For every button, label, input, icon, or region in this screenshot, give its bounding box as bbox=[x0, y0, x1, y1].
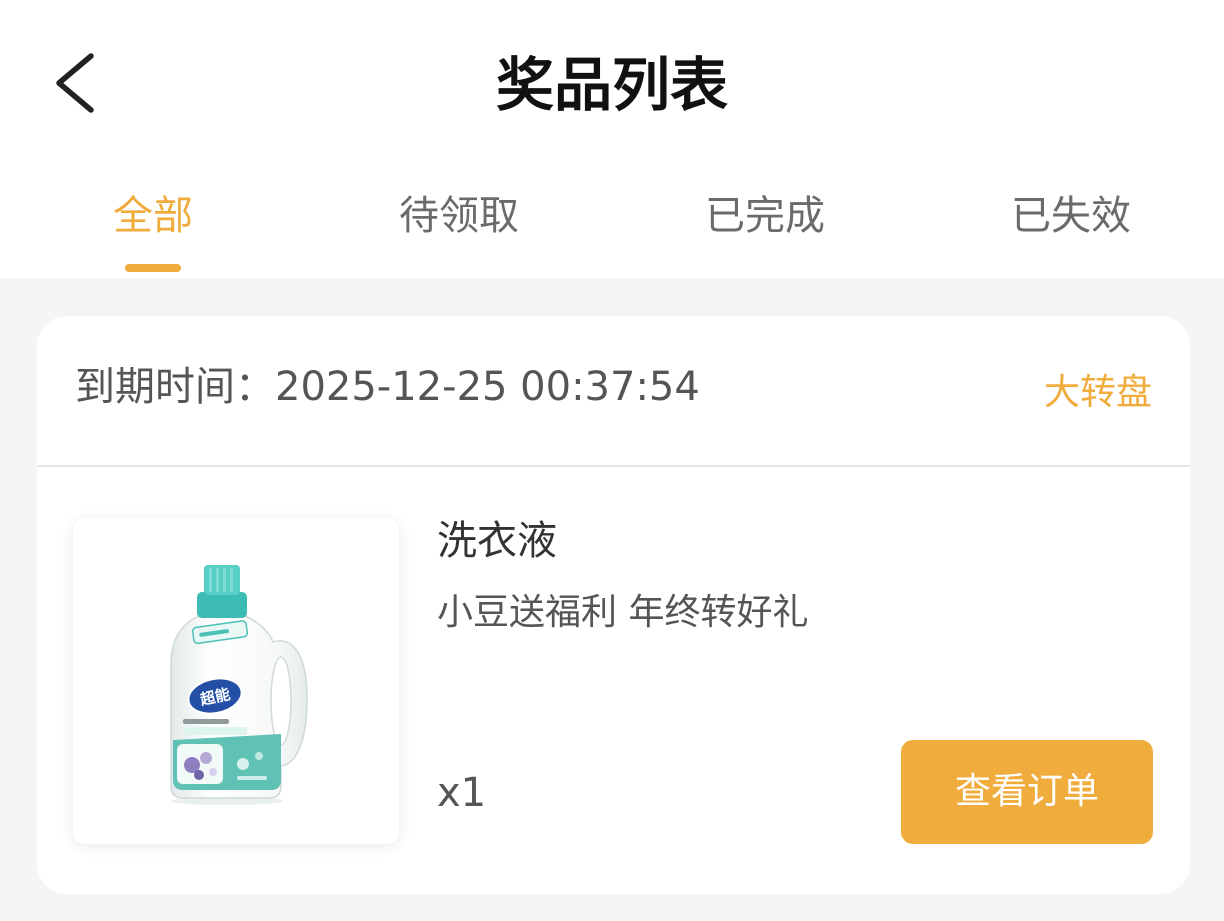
active-tab-indicator bbox=[125, 264, 181, 272]
bottle-label bbox=[173, 734, 281, 790]
expiry-label: 到期时间： bbox=[75, 364, 275, 410]
top-bar: 奖品列表 全部 待领取 已完成 已失效 bbox=[0, 0, 1224, 278]
tab-pending[interactable]: 待领取 bbox=[306, 186, 612, 246]
expiry-row: 到期时间：2025-12-25 00:37:54 bbox=[75, 360, 700, 414]
tab-bar: 全部 待领取 已完成 已失效 bbox=[0, 186, 1224, 246]
laundry-detergent-bottle-icon: 超能 bbox=[170, 565, 308, 805]
tab-completed[interactable]: 已完成 bbox=[612, 186, 918, 246]
divider bbox=[37, 465, 1190, 467]
view-order-button[interactable]: 查看订单 bbox=[901, 740, 1153, 844]
product-name: 洗衣液 bbox=[437, 518, 557, 564]
tab-expired[interactable]: 已失效 bbox=[918, 186, 1224, 246]
product-quantity: x1 bbox=[437, 770, 487, 816]
tab-all[interactable]: 全部 bbox=[0, 186, 306, 246]
product-image: 超能 bbox=[73, 518, 399, 844]
page-title: 奖品列表 bbox=[495, 51, 728, 119]
bottle-cap bbox=[197, 565, 247, 618]
prize-card: 到期时间：2025-12-25 00:37:54 大转盘 超能 洗衣液 小豆送福… bbox=[37, 316, 1190, 894]
product-description: 小豆送福利 年终转好礼 bbox=[437, 592, 809, 633]
prize-source-label: 大转盘 bbox=[1043, 372, 1152, 413]
expiry-time: 2025-12-25 00:37:54 bbox=[275, 364, 700, 410]
